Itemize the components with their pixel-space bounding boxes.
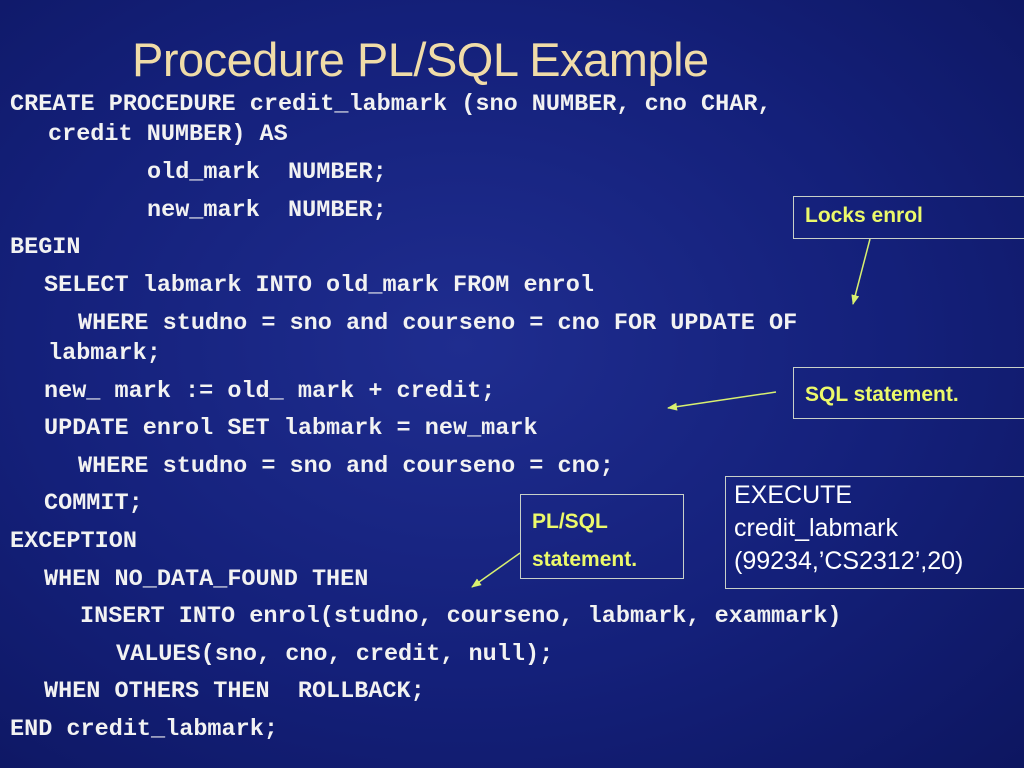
arrow-locks-enrol — [851, 238, 871, 305]
arrows-layer — [471, 238, 871, 588]
arrow-sql-statement — [667, 391, 777, 411]
arrow-plsql-statement — [471, 552, 521, 588]
